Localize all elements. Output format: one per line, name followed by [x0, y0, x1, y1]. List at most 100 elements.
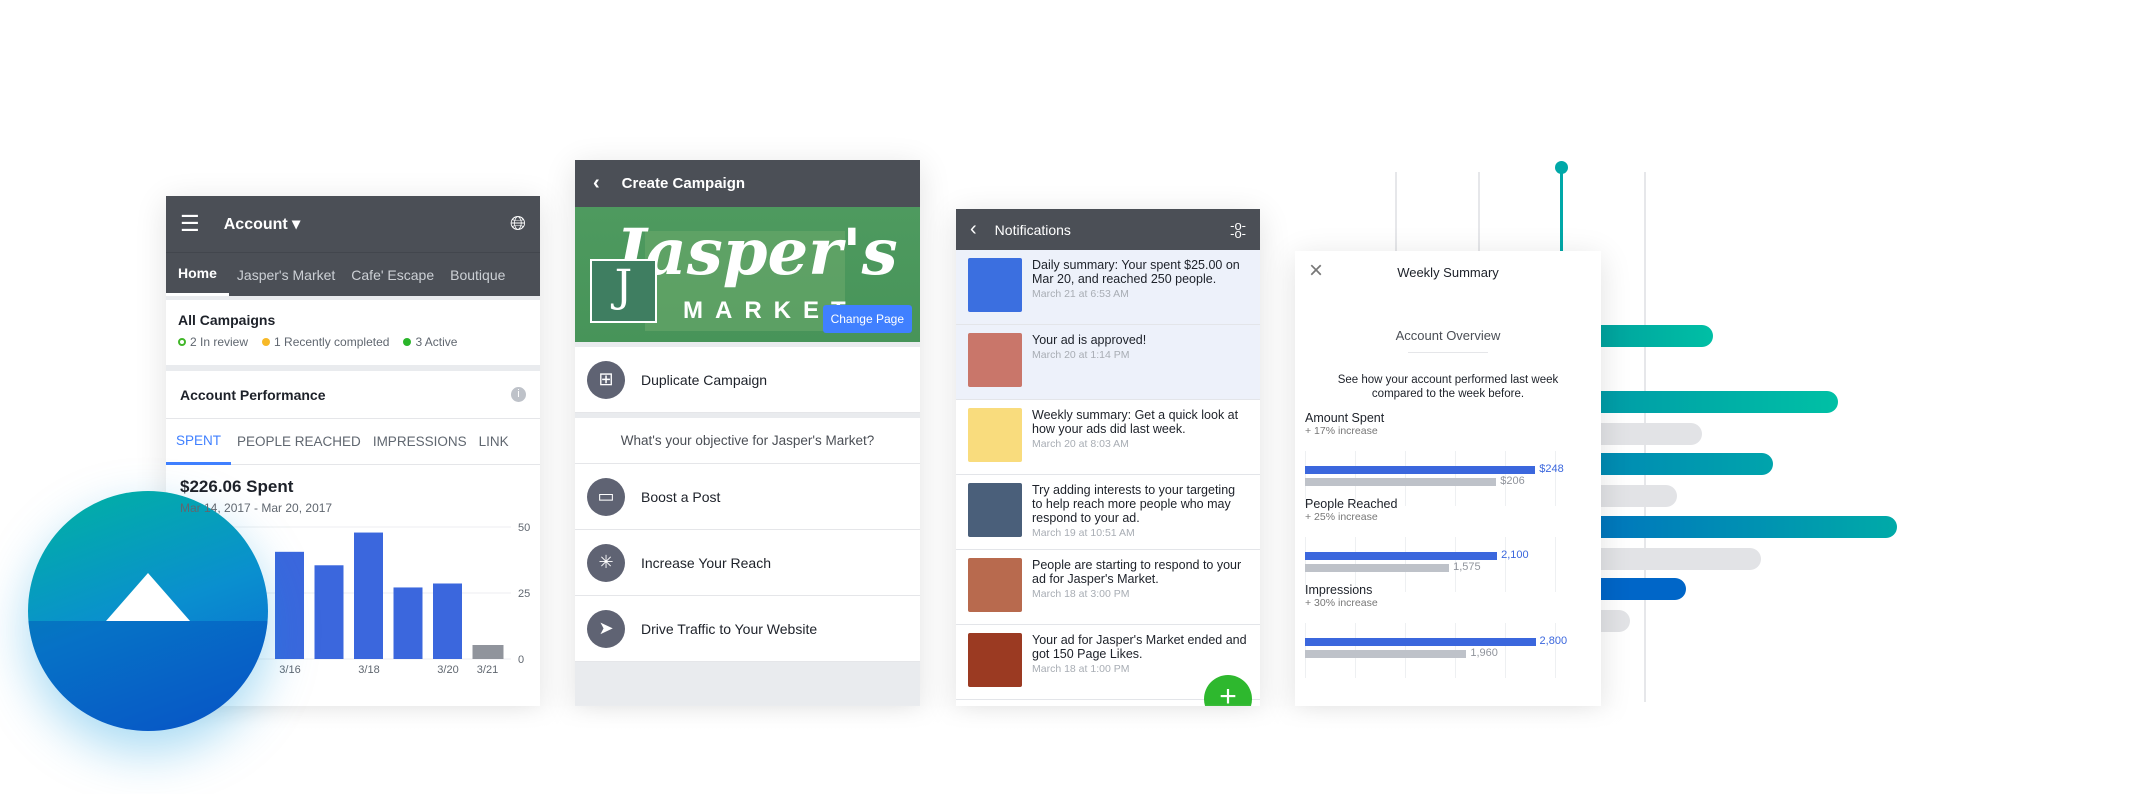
status-dot-icon	[403, 338, 412, 346]
metric-change: + 25% increase	[1305, 511, 1378, 523]
weekly-summary-panel: × Weekly Summary Account Overview See ho…	[1295, 251, 1601, 706]
notification-item[interactable]: Try adding interests to your targeting t…	[956, 475, 1260, 550]
notification-thumbnail	[968, 333, 1022, 387]
x-tick-label: 3/20	[437, 664, 458, 676]
notification-time: March 18 at 3:00 PM	[1032, 588, 1130, 600]
notification-item[interactable]: Weekly summary: Get a quick look at how …	[956, 400, 1260, 475]
info-icon[interactable]: i	[511, 387, 526, 402]
notification-time: March 20 at 1:14 PM	[1032, 349, 1130, 361]
status-dot-icon	[178, 338, 186, 346]
asterisk-icon: ✳	[587, 543, 625, 582]
date-range: Mar 14, 2017 - Mar 20, 2017	[180, 501, 333, 515]
decor-bar	[1560, 391, 1838, 413]
triangle-icon	[106, 573, 190, 621]
globe-icon[interactable]: 🌐︎	[510, 213, 526, 236]
current-bar	[1305, 638, 1536, 646]
page-title: Notifications	[994, 221, 1071, 238]
metric-name: Amount Spent	[1305, 411, 1385, 425]
previous-bar	[1305, 564, 1450, 572]
hamburger-menu-icon[interactable]: ☰	[180, 211, 200, 237]
objective-item[interactable]: ✳ Increase Your Reach	[575, 530, 920, 596]
item-label: Boost a Post	[641, 488, 721, 505]
bar-3/18[interactable]	[354, 532, 383, 659]
objective-item[interactable]: ▭ Boost a Post	[575, 464, 920, 530]
duplicate-campaign-item[interactable]: ⊞ Duplicate Campaign	[575, 347, 920, 413]
create-campaign-panel: ‹ Create Campaign Jasper's MARKET J Chan…	[575, 160, 920, 706]
status-label: 3 Active	[415, 335, 458, 349]
notification-thumbnail	[968, 258, 1022, 312]
notification-item[interactable]: Your ad is approved! March 20 at 1:14 PM	[956, 325, 1260, 400]
y-tick-label: 50	[518, 522, 530, 534]
account-dropdown[interactable]: Account ▾	[224, 214, 300, 234]
notification-text: Your ad is approved!	[1032, 333, 1147, 347]
bar-3/19[interactable]	[393, 587, 423, 659]
performance-title: Account Performance	[180, 386, 326, 403]
brand-logo-text: Jasper's	[615, 215, 898, 290]
current-value: $248	[1539, 463, 1564, 475]
metric-change: + 30% increase	[1305, 597, 1378, 609]
all-campaigns-card[interactable]: All Campaigns 2 In review 1 Recently comp…	[166, 300, 540, 365]
previous-value: 1,960	[1470, 647, 1498, 659]
current-bar	[1305, 552, 1498, 560]
status-0[interactable]: 2 In review	[178, 335, 248, 349]
metric-name: Impressions	[1305, 583, 1373, 597]
bottom-fade	[0, 704, 2153, 794]
notification-item[interactable]: People are starting to respond to your a…	[956, 550, 1260, 625]
status-label: 2 In review	[190, 335, 249, 349]
y-tick-label: 0	[518, 654, 524, 666]
notification-item[interactable]: Daily summary: Your spent $25.00 on Mar …	[956, 250, 1260, 325]
page-avatar: J	[590, 259, 657, 323]
tab-home[interactable]: Home	[166, 253, 229, 296]
spent-total: $226.06 Spent	[180, 477, 294, 496]
back-icon[interactable]: ‹	[593, 172, 600, 195]
notification-text: Weekly summary: Get a quick look at how …	[1032, 408, 1239, 436]
current-value: 2,800	[1539, 635, 1568, 647]
notification-thumbnail	[968, 408, 1022, 462]
current-value: 2,100	[1501, 549, 1529, 561]
status-2[interactable]: 3 Active	[403, 335, 457, 349]
tab-cafe-escape[interactable]: Cafe' Escape	[343, 267, 442, 283]
metric-0: Amount Spent + 17% increase $248 $206	[1305, 411, 1585, 506]
page-cover-banner: Jasper's MARKET J Change Page	[575, 207, 920, 342]
tab-impressions[interactable]: IMPRESSIONS	[367, 434, 473, 449]
bar-3/21[interactable]	[472, 645, 504, 659]
tab-people-reached[interactable]: PEOPLE REACHED	[231, 434, 367, 449]
status-1[interactable]: 1 Recently completed	[262, 335, 389, 349]
objective-item[interactable]: ➤ Drive Traffic to Your Website	[575, 596, 920, 662]
item-label: Drive Traffic to Your Website	[641, 620, 818, 637]
page-title: Create Campaign	[621, 175, 746, 192]
bar-3/16[interactable]	[275, 551, 304, 659]
metric-change: + 17% increase	[1305, 425, 1378, 437]
notification-time: March 19 at 10:51 AM	[1032, 527, 1135, 539]
previous-value: $206	[1500, 475, 1525, 487]
status-dot-icon	[262, 338, 271, 346]
change-page-button[interactable]: Change Page	[822, 305, 912, 333]
back-icon[interactable]: ‹	[970, 218, 977, 241]
metric-2: Impressions + 30% increase 2,800 1,960	[1305, 583, 1585, 678]
account-title: Account	[223, 216, 288, 233]
notification-thumbnail	[968, 558, 1022, 612]
metric-name: People Reached	[1305, 497, 1398, 511]
objective-question: What's your objective for Jasper's Marke…	[575, 418, 920, 464]
notification-time: March 21 at 6:53 AM	[1032, 288, 1129, 300]
tab-jaspers-market[interactable]: Jasper's Market	[229, 267, 343, 283]
filter-settings-icon[interactable]: -o- -o-	[1230, 219, 1246, 240]
previous-value: 1,575	[1453, 561, 1481, 573]
decor-bar	[1560, 516, 1897, 538]
divider	[1408, 352, 1488, 353]
duplicate-icon: ⊞	[587, 360, 625, 399]
metric-1: People Reached + 25% increase 2,100 1,575	[1305, 497, 1585, 592]
notification-time: March 18 at 1:00 PM	[1032, 663, 1130, 675]
previous-bar	[1305, 650, 1467, 658]
notification-text: People are starting to respond to your a…	[1032, 558, 1242, 586]
status-label: 1 Recently completed	[274, 335, 390, 349]
bar-3/17[interactable]	[314, 565, 344, 659]
tab-spent[interactable]: SPENT	[166, 419, 232, 465]
gridline	[1555, 623, 1556, 678]
tab-link[interactable]: LINK	[473, 434, 515, 449]
bar-3/20[interactable]	[433, 583, 462, 659]
item-label: Duplicate Campaign	[641, 371, 768, 388]
tab-boutique[interactable]: Boutique	[442, 267, 513, 283]
all-campaigns-title: All Campaigns	[178, 312, 276, 328]
decor-teal-dot	[1555, 161, 1568, 174]
